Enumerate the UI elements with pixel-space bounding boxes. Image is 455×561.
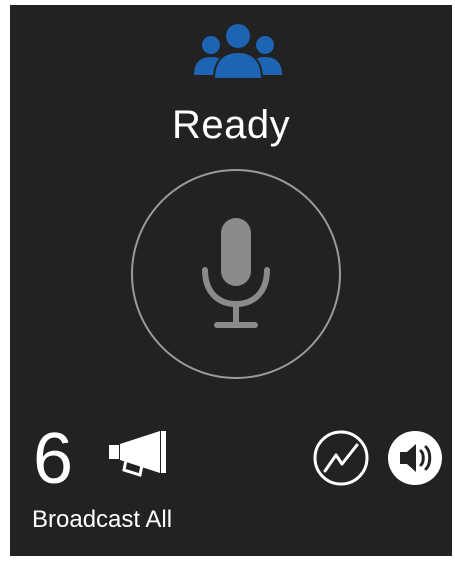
broadcast-target-label: Broadcast All (32, 506, 173, 533)
line-graph-icon[interactable] (313, 430, 369, 486)
microphone-icon (202, 218, 270, 328)
speaker-volume-icon[interactable] (387, 430, 443, 486)
group-users-icon (194, 22, 282, 80)
ptt-panel: Ready 6 Broadcast All (10, 5, 452, 556)
push-to-talk-button[interactable] (131, 169, 341, 379)
member-count: 6 (33, 419, 74, 499)
megaphone-icon[interactable] (108, 429, 168, 481)
connection-status: Ready (171, 103, 291, 147)
